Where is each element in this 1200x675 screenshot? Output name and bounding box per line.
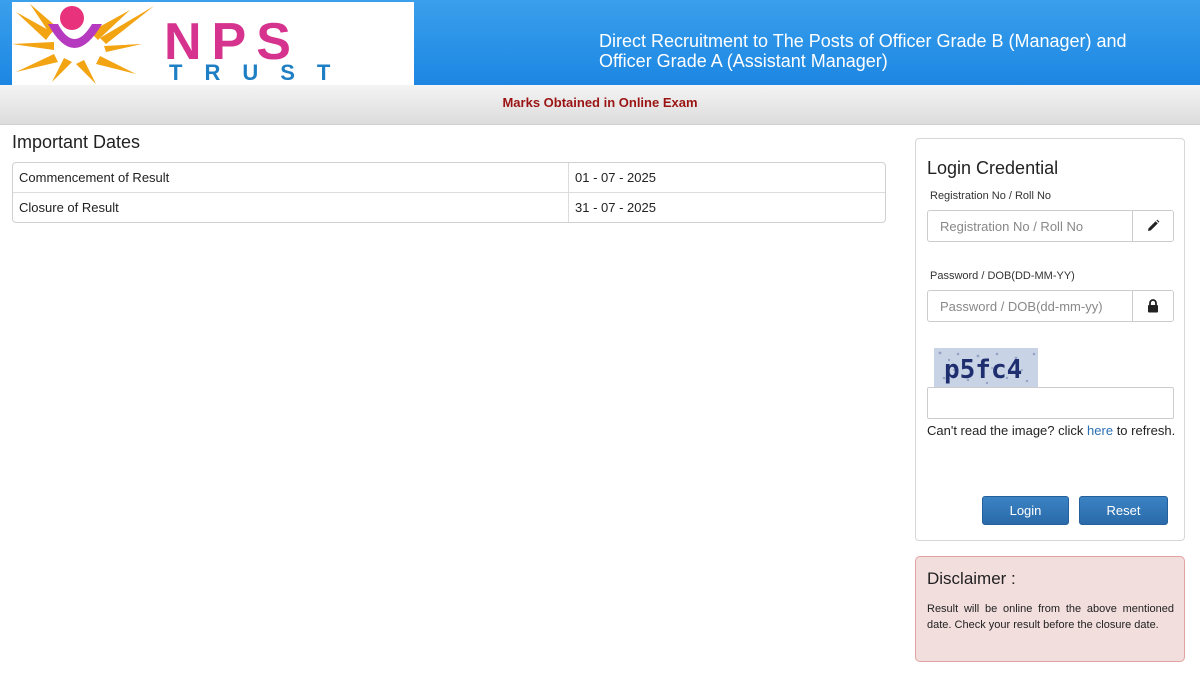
disclaimer-text: Result will be online from the above men…	[927, 603, 1174, 631]
registration-addon	[1132, 211, 1173, 241]
password-addon	[1132, 291, 1173, 321]
captcha-help-text: Can't read the image? click here to refr…	[927, 421, 1177, 440]
date-value: 31 - 07 - 2025	[575, 200, 656, 215]
logo-graphic: NPS TRUST	[12, 4, 352, 85]
captcha-text: p5fc4	[944, 355, 1022, 385]
login-title: Login Credential	[927, 158, 1059, 178]
lock-icon	[1148, 299, 1158, 313]
captcha-refresh-link[interactable]: here	[1087, 423, 1113, 438]
registration-label: Registration No / Roll No	[930, 190, 1052, 202]
captcha-image: p5fc4	[934, 348, 1038, 388]
pencil-icon	[1148, 219, 1160, 231]
password-input[interactable]	[928, 291, 1132, 321]
date-label: Commencement of Result	[13, 163, 569, 192]
registration-input[interactable]	[928, 211, 1132, 241]
table-row: Closure of Result 31 - 07 - 2025	[13, 193, 885, 222]
disclaimer-title: Disclaimer :	[927, 569, 1016, 588]
page-title: Direct Recruitment to The Posts of Offic…	[599, 31, 1127, 71]
registration-input-group	[927, 210, 1174, 242]
password-input-group	[927, 290, 1174, 322]
nps-trust-logo: NPS TRUST	[12, 2, 414, 85]
date-value: 01 - 07 - 2025	[575, 170, 656, 185]
subheader-bar: Marks Obtained in Online Exam	[0, 85, 1200, 125]
date-label: Closure of Result	[13, 193, 569, 222]
logo-emblem-icon	[12, 4, 154, 84]
table-row: Commencement of Result 01 - 07 - 2025	[13, 163, 885, 193]
reset-button[interactable]: Reset	[1079, 496, 1168, 525]
captcha-help-prefix: Can't read the image? click	[927, 423, 1084, 438]
header-bar: NPS TRUST Direct Recruitment to The Post…	[0, 0, 1200, 85]
important-dates-table: Commencement of Result 01 - 07 - 2025 Cl…	[12, 162, 886, 223]
password-label: Password / DOB(DD-MM-YY)	[930, 270, 1075, 282]
disclaimer-box: Disclaimer : Result will be online from …	[915, 556, 1185, 662]
subheader-title: Marks Obtained in Online Exam	[502, 95, 698, 110]
logo-text-trust: TRUST	[169, 60, 352, 85]
important-dates-heading: Important Dates	[12, 132, 141, 152]
captcha-help-suffix: to refresh.	[1116, 423, 1176, 438]
captcha-input[interactable]	[927, 387, 1174, 419]
login-button[interactable]: Login	[982, 496, 1069, 525]
login-panel: Login Credential Registration No / Roll …	[915, 138, 1185, 541]
